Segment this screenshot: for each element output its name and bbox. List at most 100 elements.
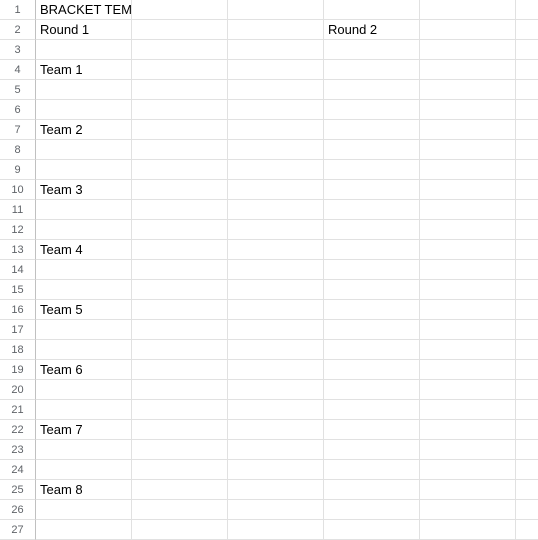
row-header[interactable]: 19 — [0, 360, 36, 380]
row-header[interactable]: 23 — [0, 440, 36, 460]
cell[interactable] — [228, 120, 324, 140]
cell-round1-header[interactable]: Round 1 — [36, 20, 132, 40]
cell[interactable] — [324, 120, 420, 140]
cell[interactable] — [132, 500, 228, 520]
cell-team8[interactable]: Team 8 — [36, 480, 132, 500]
cell[interactable] — [228, 520, 324, 540]
spreadsheet-grid[interactable]: 1 BRACKET TEMPLATE 2 Round 1 Round 2 3 4… — [0, 0, 538, 540]
cell[interactable] — [420, 240, 516, 260]
cell[interactable] — [228, 480, 324, 500]
cell[interactable] — [132, 40, 228, 60]
cell[interactable] — [228, 80, 324, 100]
cell[interactable] — [132, 20, 228, 40]
cell[interactable] — [36, 200, 132, 220]
row-header[interactable]: 8 — [0, 140, 36, 160]
cell[interactable] — [516, 240, 538, 260]
cell-team5[interactable]: Team 5 — [36, 300, 132, 320]
cell[interactable] — [420, 500, 516, 520]
cell[interactable] — [516, 260, 538, 280]
cell[interactable] — [420, 520, 516, 540]
cell[interactable] — [132, 320, 228, 340]
cell[interactable] — [420, 180, 516, 200]
cell[interactable] — [324, 480, 420, 500]
row-header[interactable]: 5 — [0, 80, 36, 100]
cell[interactable] — [228, 360, 324, 380]
cell[interactable] — [324, 300, 420, 320]
cell[interactable] — [516, 320, 538, 340]
cell[interactable] — [516, 0, 538, 20]
cell[interactable] — [228, 100, 324, 120]
cell[interactable] — [516, 360, 538, 380]
cell[interactable] — [132, 200, 228, 220]
cell[interactable] — [324, 100, 420, 120]
cell[interactable] — [36, 280, 132, 300]
cell-team6[interactable]: Team 6 — [36, 360, 132, 380]
row-header[interactable]: 4 — [0, 60, 36, 80]
cell[interactable] — [36, 400, 132, 420]
cell[interactable] — [36, 260, 132, 280]
cell[interactable] — [228, 200, 324, 220]
cell[interactable] — [516, 380, 538, 400]
cell[interactable] — [516, 340, 538, 360]
cell[interactable] — [420, 480, 516, 500]
cell[interactable] — [516, 420, 538, 440]
cell[interactable] — [516, 460, 538, 480]
cell[interactable] — [228, 280, 324, 300]
cell[interactable] — [228, 160, 324, 180]
row-header[interactable]: 6 — [0, 100, 36, 120]
cell[interactable] — [420, 460, 516, 480]
cell[interactable] — [132, 220, 228, 240]
row-header[interactable]: 13 — [0, 240, 36, 260]
cell[interactable] — [420, 360, 516, 380]
row-header[interactable]: 9 — [0, 160, 36, 180]
cell-round2-header[interactable]: Round 2 — [324, 20, 420, 40]
cell[interactable] — [420, 140, 516, 160]
row-header[interactable]: 16 — [0, 300, 36, 320]
row-header[interactable]: 11 — [0, 200, 36, 220]
cell[interactable] — [228, 20, 324, 40]
cell[interactable] — [228, 440, 324, 460]
cell[interactable] — [36, 500, 132, 520]
cell[interactable] — [132, 300, 228, 320]
cell[interactable] — [228, 60, 324, 80]
cell[interactable] — [132, 260, 228, 280]
cell-team1[interactable]: Team 1 — [36, 60, 132, 80]
cell[interactable] — [36, 140, 132, 160]
cell[interactable] — [228, 300, 324, 320]
row-header[interactable]: 25 — [0, 480, 36, 500]
cell[interactable] — [324, 500, 420, 520]
cell[interactable] — [516, 100, 538, 120]
cell[interactable] — [324, 360, 420, 380]
cell[interactable] — [324, 420, 420, 440]
cell[interactable] — [420, 400, 516, 420]
cell[interactable] — [228, 500, 324, 520]
row-header[interactable]: 1 — [0, 0, 36, 20]
cell[interactable] — [132, 360, 228, 380]
cell[interactable] — [420, 260, 516, 280]
cell[interactable] — [132, 120, 228, 140]
cell[interactable] — [324, 220, 420, 240]
cell-team4[interactable]: Team 4 — [36, 240, 132, 260]
cell[interactable] — [516, 220, 538, 240]
row-header[interactable]: 2 — [0, 20, 36, 40]
cell[interactable] — [36, 100, 132, 120]
cell[interactable] — [324, 60, 420, 80]
cell-team3[interactable]: Team 3 — [36, 180, 132, 200]
cell[interactable] — [324, 180, 420, 200]
cell[interactable] — [324, 440, 420, 460]
cell[interactable] — [132, 0, 228, 20]
cell[interactable] — [228, 240, 324, 260]
cell[interactable] — [420, 0, 516, 20]
cell[interactable] — [324, 380, 420, 400]
cell[interactable] — [516, 400, 538, 420]
cell[interactable] — [516, 120, 538, 140]
row-header[interactable]: 17 — [0, 320, 36, 340]
cell-team7[interactable]: Team 7 — [36, 420, 132, 440]
cell[interactable] — [36, 440, 132, 460]
cell[interactable] — [132, 480, 228, 500]
cell[interactable] — [324, 0, 420, 20]
row-header[interactable]: 7 — [0, 120, 36, 140]
cell[interactable] — [132, 100, 228, 120]
cell[interactable] — [516, 300, 538, 320]
row-header[interactable]: 10 — [0, 180, 36, 200]
